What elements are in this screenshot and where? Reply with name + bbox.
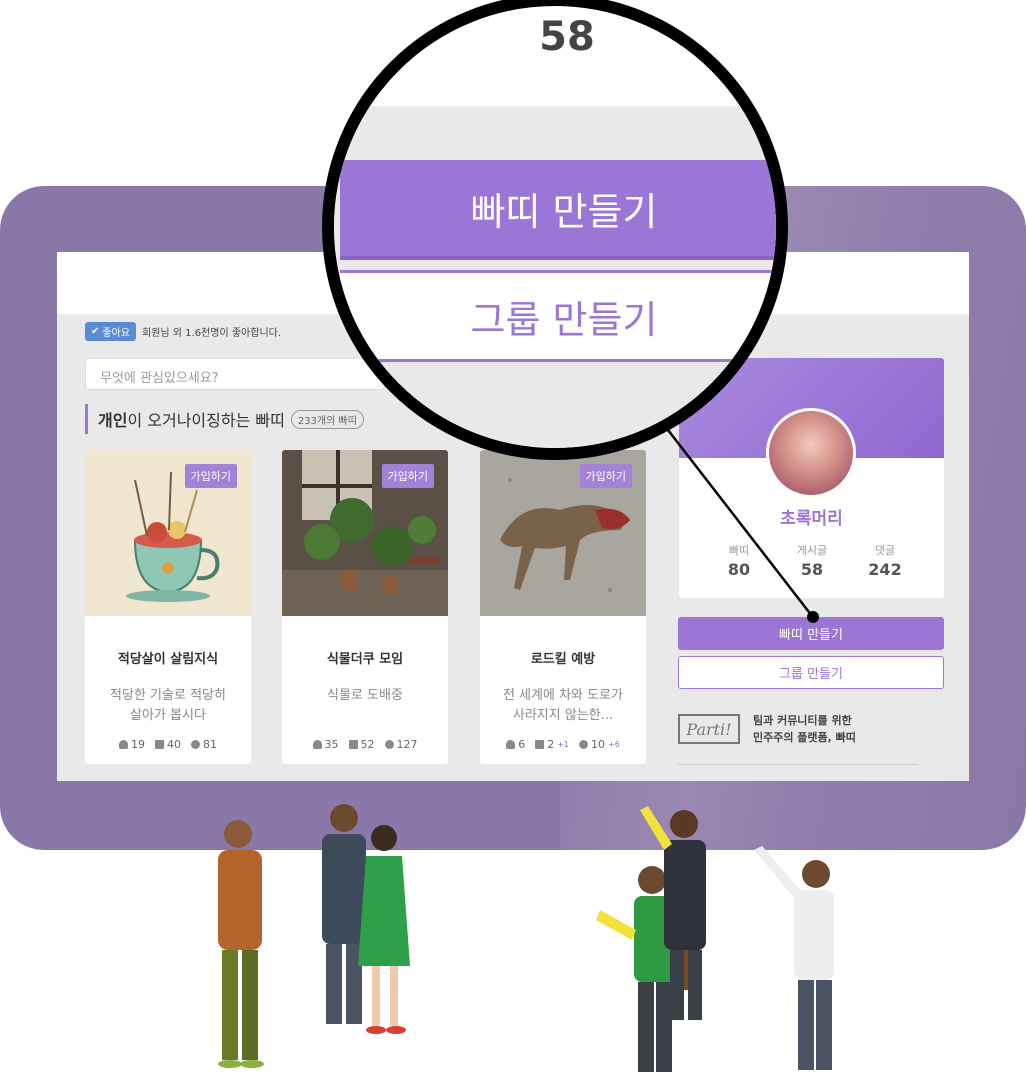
magnified-create-group-button: 그룹 만들기	[340, 270, 776, 362]
magnified-post-count: 58	[539, 14, 595, 60]
magnified-create-parti-button: 빠띠 만들기	[340, 160, 776, 260]
magnifier-lens: 58 빠띠 만들기 그룹 만들기	[322, 0, 788, 460]
person-white-shirt-icon	[754, 846, 834, 1070]
person-phone-icon	[218, 820, 264, 1068]
person-suit-icon	[322, 804, 366, 1024]
people-illustration	[218, 804, 834, 1072]
